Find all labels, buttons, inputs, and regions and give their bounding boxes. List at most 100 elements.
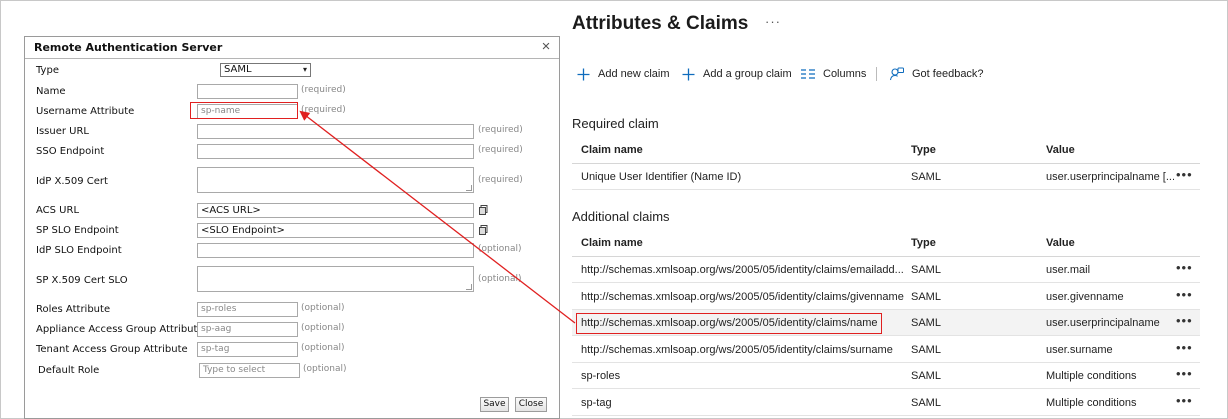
column-header-value: Value <box>1046 237 1075 249</box>
issuer-url-label: Issuer URL <box>36 126 89 137</box>
feedback-label: Got feedback? <box>912 68 984 80</box>
claim-type: SAML <box>911 264 941 276</box>
claim-type: SAML <box>911 317 941 329</box>
resize-grip-icon[interactable] <box>466 284 472 290</box>
column-header-claim-name: Claim name <box>581 144 643 156</box>
columns-label: Columns <box>823 68 867 80</box>
default-role-hint: (optional) <box>303 364 347 374</box>
idp-cert-textarea[interactable] <box>197 167 474 193</box>
column-header-type: Type <box>911 237 936 249</box>
name-hint: (required) <box>301 85 346 95</box>
appliance-access-input[interactable]: sp-aag <box>197 322 298 337</box>
claim-type: SAML <box>911 370 941 382</box>
columns-icon <box>801 69 815 79</box>
name-input[interactable] <box>197 84 298 99</box>
idp-slo-endpoint-hint: (optional) <box>478 244 522 254</box>
claim-name: http://schemas.xmlsoap.org/ws/2005/05/id… <box>581 291 904 303</box>
add-group-claim-button[interactable]: Add a group claim <box>682 64 792 84</box>
username-attribute-hint: (required) <box>301 105 346 115</box>
add-group-claim-label: Add a group claim <box>703 68 792 80</box>
save-button[interactable]: Save <box>480 397 509 412</box>
row-more-icon[interactable]: ••• <box>1176 366 1196 381</box>
add-new-claim-button[interactable]: Add new claim <box>577 64 670 84</box>
name-claim-highlight-box <box>576 313 882 334</box>
additional-table-header: Claim name Type Value <box>572 231 1200 257</box>
idp-slo-endpoint-input[interactable] <box>197 243 474 258</box>
required-table-header: Claim name Type Value <box>572 138 1200 164</box>
table-row[interactable]: sp-tag SAML Multiple conditions ••• <box>572 390 1200 416</box>
claim-value: user.mail <box>1046 264 1091 276</box>
acs-url-input[interactable]: <ACS URL> <box>197 203 474 218</box>
close-button[interactable]: Close <box>515 397 547 412</box>
copy-icon[interactable] <box>479 225 488 235</box>
row-more-icon[interactable]: ••• <box>1176 340 1196 355</box>
tenant-access-hint: (optional) <box>301 343 345 353</box>
table-row[interactable]: Unique User Identifier (Name ID) SAML us… <box>572 164 1200 190</box>
column-header-claim-name: Claim name <box>581 237 643 249</box>
claim-name: sp-roles <box>581 370 621 382</box>
sso-endpoint-input[interactable] <box>197 144 474 159</box>
tenant-access-input[interactable]: sp-tag <box>197 342 298 357</box>
claim-name: http://schemas.xmlsoap.org/ws/2005/05/id… <box>581 344 893 356</box>
table-row[interactable]: http://schemas.xmlsoap.org/ws/2005/05/id… <box>572 337 1200 363</box>
type-select[interactable]: SAML ▾ <box>220 63 311 77</box>
default-role-input[interactable]: Type to select <box>199 363 300 378</box>
sp-slo-endpoint-input[interactable]: <SLO Endpoint> <box>197 223 474 238</box>
claim-type: SAML <box>911 291 941 303</box>
dialog-header: Remote Authentication Server × <box>25 37 559 59</box>
remote-auth-dialog: Remote Authentication Server × Type SAML… <box>24 36 560 419</box>
table-row[interactable]: http://schemas.xmlsoap.org/ws/2005/05/id… <box>572 284 1200 310</box>
roles-attribute-input[interactable]: sp-roles <box>197 302 298 317</box>
acs-url-label: ACS URL <box>36 205 80 216</box>
roles-attribute-label: Roles Attribute <box>36 304 111 315</box>
claim-name: sp-tag <box>581 397 612 409</box>
username-attribute-label: Username Attribute <box>36 106 135 117</box>
columns-button[interactable]: Columns <box>801 64 866 84</box>
add-new-claim-label: Add new claim <box>598 68 670 80</box>
appliance-access-hint: (optional) <box>301 323 345 333</box>
claim-value: user.givenname <box>1046 291 1124 303</box>
page-title: Attributes & Claims <box>572 13 749 34</box>
toolbar-divider <box>876 67 877 81</box>
default-role-label: Default Role <box>38 365 100 376</box>
column-header-type: Type <box>911 144 936 156</box>
tenant-access-label: Tenant Access Group Attribute <box>36 344 188 355</box>
issuer-url-hint: (required) <box>478 125 523 135</box>
row-more-icon[interactable]: ••• <box>1176 393 1196 408</box>
sp-cert-slo-label: SP X.509 Cert SLO <box>36 275 128 286</box>
sp-cert-slo-textarea[interactable] <box>197 266 474 292</box>
claim-value: user.surname <box>1046 344 1113 356</box>
claim-value: user.userprincipalname [... <box>1046 171 1174 183</box>
row-more-icon[interactable]: ••• <box>1176 260 1196 275</box>
additional-claims-heading: Additional claims <box>572 209 670 224</box>
idp-cert-hint: (required) <box>478 175 523 185</box>
feedback-button[interactable]: Got feedback? <box>890 64 984 84</box>
issuer-url-input[interactable] <box>197 124 474 139</box>
sp-cert-slo-hint: (optional) <box>478 274 522 284</box>
table-row[interactable]: sp-roles SAML Multiple conditions ••• <box>572 363 1200 389</box>
table-row[interactable]: http://schemas.xmlsoap.org/ws/2005/05/id… <box>572 257 1200 283</box>
claim-value: user.userprincipalname <box>1046 317 1160 329</box>
row-more-icon[interactable]: ••• <box>1176 313 1196 328</box>
appliance-access-label: Appliance Access Group Attribute <box>36 324 204 335</box>
plus-icon <box>577 68 590 80</box>
more-options-icon[interactable]: ··· <box>765 14 781 29</box>
claim-type: SAML <box>911 397 941 409</box>
resize-grip-icon[interactable] <box>466 185 472 191</box>
row-more-icon[interactable]: ••• <box>1176 287 1196 302</box>
copy-icon[interactable] <box>479 205 488 215</box>
claim-value: Multiple conditions <box>1046 370 1137 382</box>
sso-endpoint-label: SSO Endpoint <box>36 146 105 157</box>
claims-toolbar: Add new claim Add a group claim Columns … <box>572 64 1212 84</box>
row-more-icon[interactable]: ••• <box>1176 167 1196 182</box>
claim-type: SAML <box>911 171 941 183</box>
sso-endpoint-hint: (required) <box>478 145 523 155</box>
claim-type: SAML <box>911 344 941 356</box>
column-header-value: Value <box>1046 144 1075 156</box>
idp-cert-label: IdP X.509 Cert <box>36 176 108 187</box>
claim-name: Unique User Identifier (Name ID) <box>581 171 742 183</box>
claim-value: Multiple conditions <box>1046 397 1137 409</box>
close-icon[interactable]: × <box>539 39 553 55</box>
claim-name: http://schemas.xmlsoap.org/ws/2005/05/id… <box>581 264 904 276</box>
type-label: Type <box>36 65 59 76</box>
